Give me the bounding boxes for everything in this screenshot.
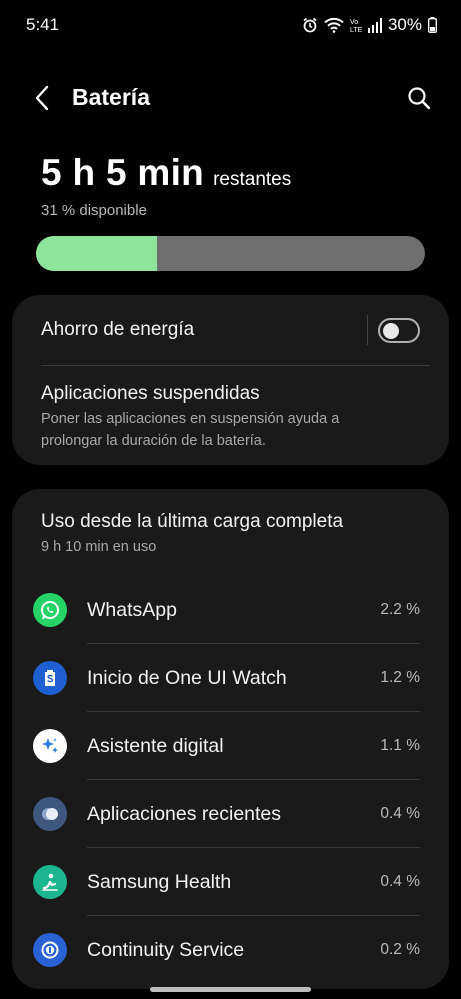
usage-subtitle: 9 h 10 min en uso xyxy=(41,539,157,555)
search-button[interactable] xyxy=(403,82,435,114)
suspended-apps-description-line2: prolongar la duración de la batería. xyxy=(41,433,266,449)
app-percent: 1.1 % xyxy=(380,737,420,754)
app-percent: 0.4 % xyxy=(380,873,420,890)
app-row-recent-apps[interactable]: Aplicaciones recientes 0.4 % xyxy=(12,780,449,848)
power-saving-toggle[interactable] xyxy=(378,318,420,343)
continuity-service-icon xyxy=(33,933,67,967)
available-text: 31 % disponible xyxy=(41,202,147,219)
app-percent: 2.2 % xyxy=(380,601,420,618)
app-name: Samsung Health xyxy=(87,871,232,893)
app-name: Continuity Service xyxy=(87,939,245,961)
status-icons: Vo LTE 30% xyxy=(302,14,437,36)
app-row-whatsapp[interactable]: WhatsApp 2.2 % xyxy=(12,576,449,644)
recent-apps-icon xyxy=(33,797,67,831)
app-percent: 0.2 % xyxy=(380,941,420,958)
battery-percent: 30% xyxy=(387,15,422,34)
signal-icon xyxy=(367,17,382,33)
battery-level-fill xyxy=(36,236,157,271)
page-title: Batería xyxy=(72,84,150,110)
app-name: Aplicaciones recientes xyxy=(87,803,282,825)
back-arrow-icon xyxy=(35,85,49,111)
app-percent: 0.4 % xyxy=(380,805,420,822)
header: Batería xyxy=(0,70,461,126)
battery-settings-card: Ahorro de energía Aplicaciones suspendid… xyxy=(12,295,449,465)
remaining-time: 5 h 5 min restantes xyxy=(41,152,291,194)
toggle-separator xyxy=(367,315,368,345)
svg-text:LTE: LTE xyxy=(350,27,362,33)
galaxy-watch-icon xyxy=(33,661,67,695)
suspended-apps-description-line1: Poner las aplicaciones en suspensión ayu… xyxy=(41,411,340,427)
app-row-continuity-service[interactable]: Continuity Service 0.2 % xyxy=(12,916,449,984)
app-name: WhatsApp xyxy=(87,599,177,621)
app-row-digital-assistant[interactable]: Asistente digital 1.1 % xyxy=(12,712,449,780)
power-saving-label: Ahorro de energía xyxy=(41,319,195,340)
back-button[interactable] xyxy=(26,82,58,114)
whatsapp-icon xyxy=(33,593,67,627)
alarm-icon xyxy=(302,17,318,33)
status-time: 5:41 xyxy=(26,15,60,34)
remaining-value: 5 h 5 min xyxy=(41,152,205,193)
wifi-icon xyxy=(324,17,344,33)
suspended-apps-row[interactable]: Aplicaciones suspendidas Poner las aplic… xyxy=(12,366,449,465)
digital-assistant-icon xyxy=(33,729,67,763)
status-bar: 5:41 Vo LTE 30% xyxy=(0,0,461,50)
app-row-one-ui-watch[interactable]: Inicio de One UI Watch 1.2 % xyxy=(12,644,449,712)
svg-text:Vo: Vo xyxy=(350,19,358,26)
battery-icon xyxy=(428,17,437,33)
app-percent: 1.2 % xyxy=(380,669,420,686)
samsung-health-icon xyxy=(33,865,67,899)
battery-level-bar xyxy=(36,236,425,271)
app-name: Inicio de One UI Watch xyxy=(87,667,287,689)
power-saving-row[interactable]: Ahorro de energía xyxy=(12,295,357,365)
app-name: Asistente digital xyxy=(87,735,224,757)
suspended-apps-label: Aplicaciones suspendidas xyxy=(41,383,260,404)
toggle-knob xyxy=(383,322,399,339)
search-icon xyxy=(408,87,431,110)
app-row-samsung-health[interactable]: Samsung Health 0.4 % xyxy=(12,848,449,916)
usage-title[interactable]: Uso desde la última carga completa xyxy=(41,511,343,533)
volte-icon: Vo LTE xyxy=(350,17,362,33)
usage-card: Uso desde la última carga completa 9 h 1… xyxy=(12,489,449,989)
remaining-suffix: restantes xyxy=(213,169,292,190)
navigation-gesture-handle[interactable] xyxy=(150,987,311,992)
